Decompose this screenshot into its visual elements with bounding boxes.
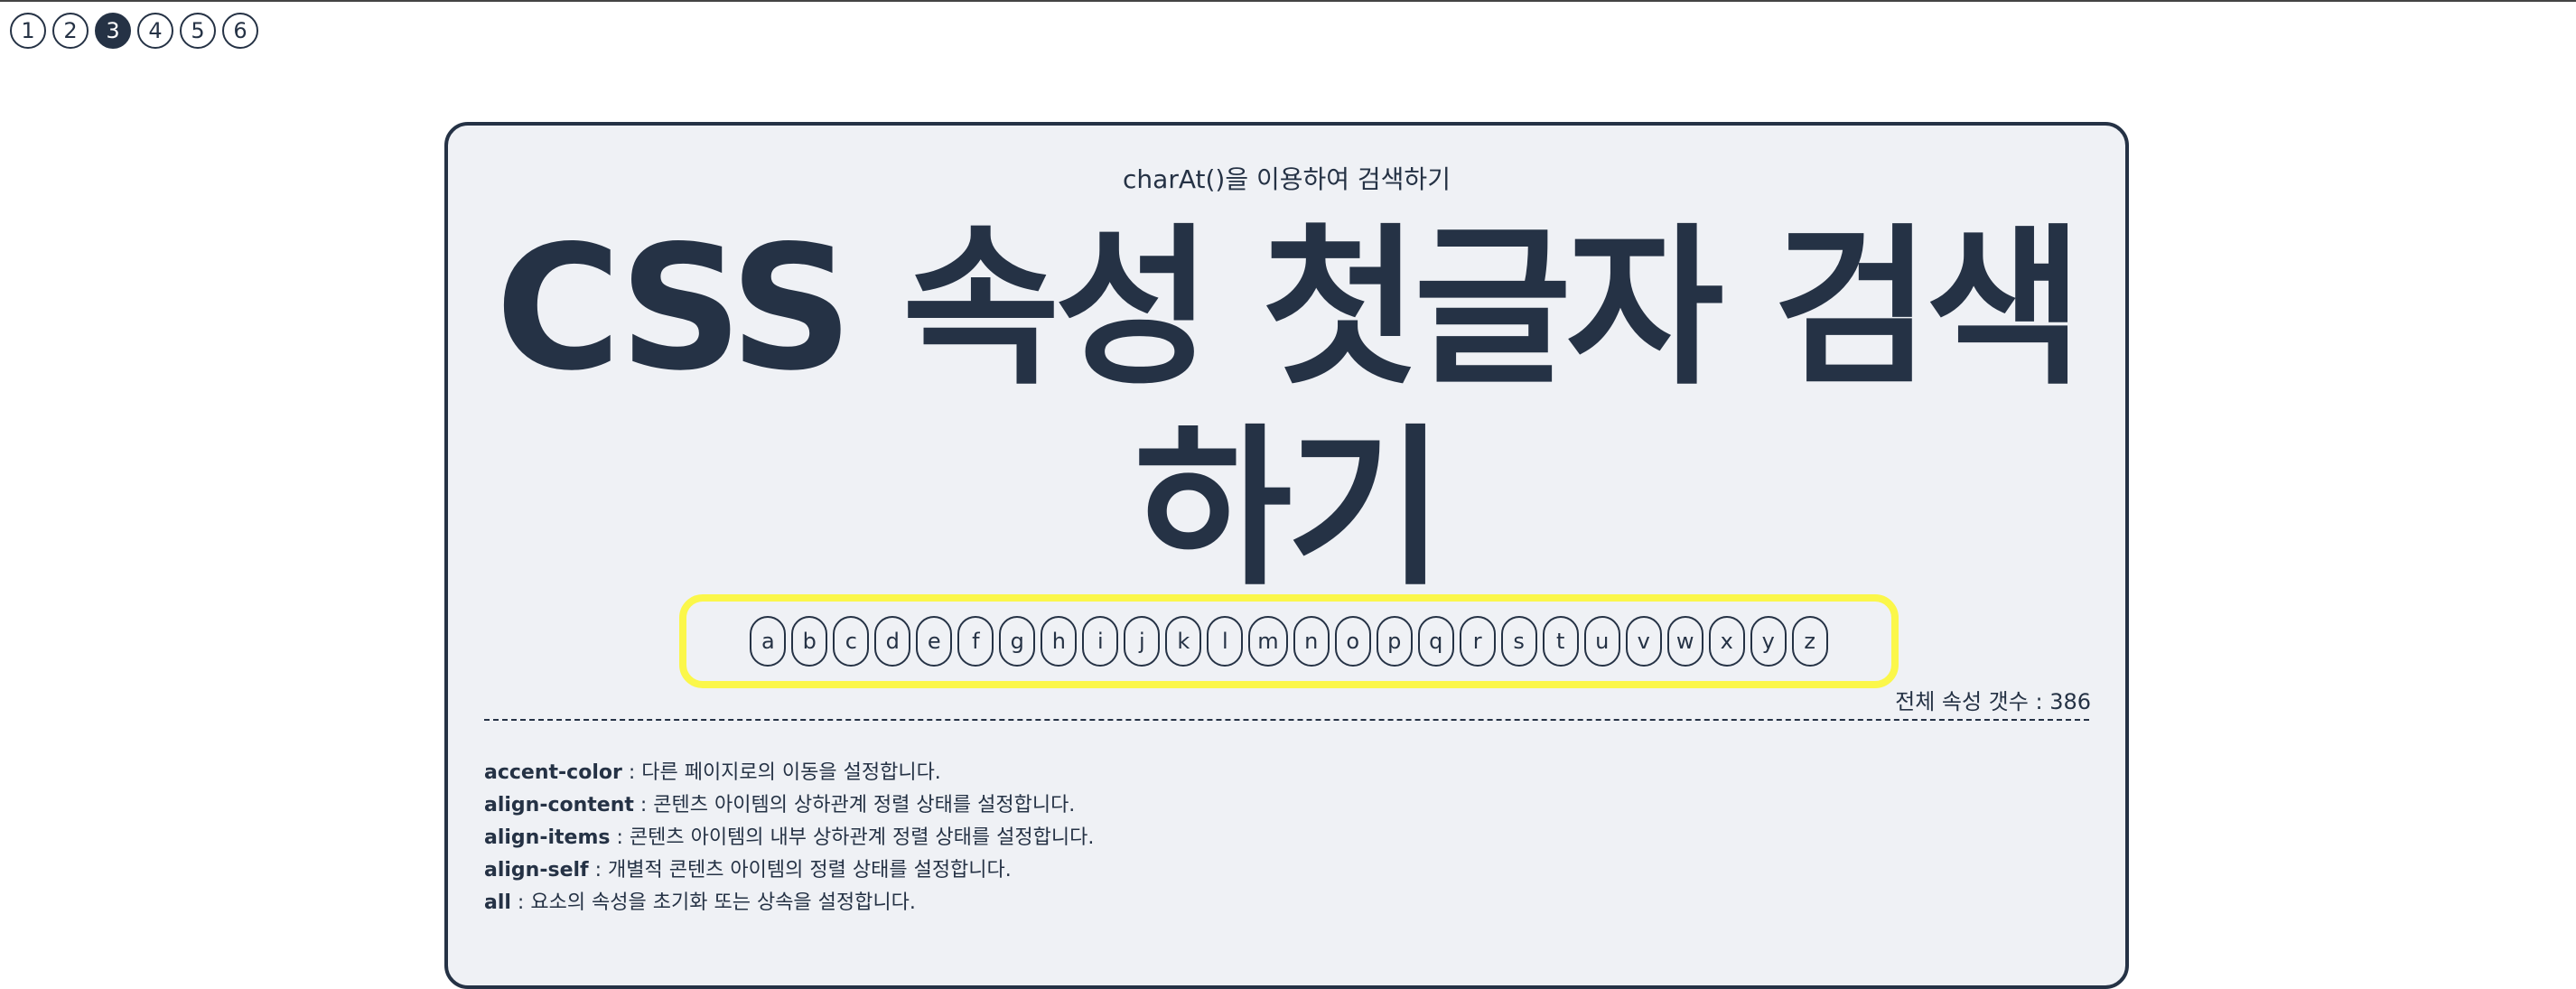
property-name: align-content bbox=[484, 794, 634, 816]
alphabet-button-t[interactable]: t bbox=[1542, 616, 1579, 667]
property-count: 전체 속성 갯수 : 386 bbox=[1895, 689, 2091, 714]
list-item: align-content : 콘텐츠 아이템의 상하관계 정렬 상태를 설정합… bbox=[484, 789, 1094, 822]
page-subtitle: charAt()을 이용하여 검색하기 bbox=[1123, 164, 1451, 194]
alphabet-button-j[interactable]: j bbox=[1124, 616, 1161, 667]
alphabet-button-x[interactable]: x bbox=[1708, 616, 1745, 667]
property-description: : 콘텐츠 아이템의 내부 상하관계 정렬 상태를 설정합니다. bbox=[610, 826, 1095, 849]
page-button-4[interactable]: 4 bbox=[137, 13, 173, 49]
property-name: align-items bbox=[484, 826, 611, 849]
page-button-1[interactable]: 1 bbox=[10, 13, 46, 49]
page-pagination: 1 2 3 4 5 6 bbox=[10, 13, 258, 49]
alphabet-button-f[interactable]: f bbox=[957, 616, 994, 667]
alphabet-button-m[interactable]: m bbox=[1248, 616, 1288, 667]
alphabet-button-r[interactable]: r bbox=[1459, 616, 1496, 667]
alphabet-button-h[interactable]: h bbox=[1041, 616, 1078, 667]
property-list: accent-color : 다른 페이지로의 이동을 설정합니다. align… bbox=[484, 757, 1094, 919]
property-name: align-self bbox=[484, 859, 589, 882]
alphabet-button-o[interactable]: o bbox=[1334, 616, 1371, 667]
property-name: all bbox=[484, 891, 511, 914]
alphabet-button-q[interactable]: q bbox=[1417, 616, 1454, 667]
alphabet-button-p[interactable]: p bbox=[1376, 616, 1413, 667]
alphabet-button-n[interactable]: n bbox=[1293, 616, 1330, 667]
alphabet-button-v[interactable]: v bbox=[1625, 616, 1662, 667]
page-button-3[interactable]: 3 bbox=[95, 13, 131, 49]
property-description: : 개별적 콘텐츠 아이템의 정렬 상태를 설정합니다. bbox=[588, 859, 1012, 882]
alphabet-button-a[interactable]: a bbox=[750, 616, 787, 667]
alphabet-button-g[interactable]: g bbox=[999, 616, 1036, 667]
list-item: all : 요소의 속성을 초기화 또는 상속을 설정합니다. bbox=[484, 887, 1094, 919]
alphabet-button-y[interactable]: y bbox=[1750, 616, 1787, 667]
alphabet-button-b[interactable]: b bbox=[791, 616, 828, 667]
property-name: accent-color bbox=[484, 761, 622, 784]
alphabet-button-c[interactable]: c bbox=[833, 616, 870, 667]
page-title: CSS 속성 첫글자 검색하기 bbox=[495, 209, 2083, 609]
alphabet-button-e[interactable]: e bbox=[916, 616, 953, 667]
list-item: accent-color : 다른 페이지로의 이동을 설정합니다. bbox=[484, 757, 1094, 789]
property-description: : 다른 페이지로의 이동을 설정합니다. bbox=[621, 761, 941, 784]
alphabet-filter: a b c d e f g h i j k l m n o p q r s t … bbox=[679, 594, 1899, 688]
top-border bbox=[0, 0, 2576, 2]
list-item: align-items : 콘텐츠 아이템의 내부 상하관계 정렬 상태를 설정… bbox=[484, 822, 1094, 854]
search-card: charAt()을 이용하여 검색하기 CSS 속성 첫글자 검색하기 a b … bbox=[444, 122, 2129, 989]
alphabet-button-s[interactable]: s bbox=[1500, 616, 1537, 667]
page-button-6[interactable]: 6 bbox=[222, 13, 258, 49]
list-item: align-self : 개별적 콘텐츠 아이템의 정렬 상태를 설정합니다. bbox=[484, 854, 1094, 887]
alphabet-button-u[interactable]: u bbox=[1583, 616, 1620, 667]
property-description: : 요소의 속성을 초기화 또는 상속을 설정합니다. bbox=[510, 891, 916, 914]
dashed-divider bbox=[484, 719, 2089, 721]
alphabet-button-k[interactable]: k bbox=[1165, 616, 1202, 667]
alphabet-button-d[interactable]: d bbox=[874, 616, 911, 667]
alphabet-button-l[interactable]: l bbox=[1207, 616, 1244, 667]
property-description: : 콘텐츠 아이템의 상하관계 정렬 상태를 설정합니다. bbox=[633, 794, 1076, 816]
alphabet-button-i[interactable]: i bbox=[1082, 616, 1119, 667]
alphabet-button-w[interactable]: w bbox=[1666, 616, 1703, 667]
page-button-5[interactable]: 5 bbox=[180, 13, 216, 49]
alphabet-button-z[interactable]: z bbox=[1791, 616, 1828, 667]
page-button-2[interactable]: 2 bbox=[52, 13, 89, 49]
